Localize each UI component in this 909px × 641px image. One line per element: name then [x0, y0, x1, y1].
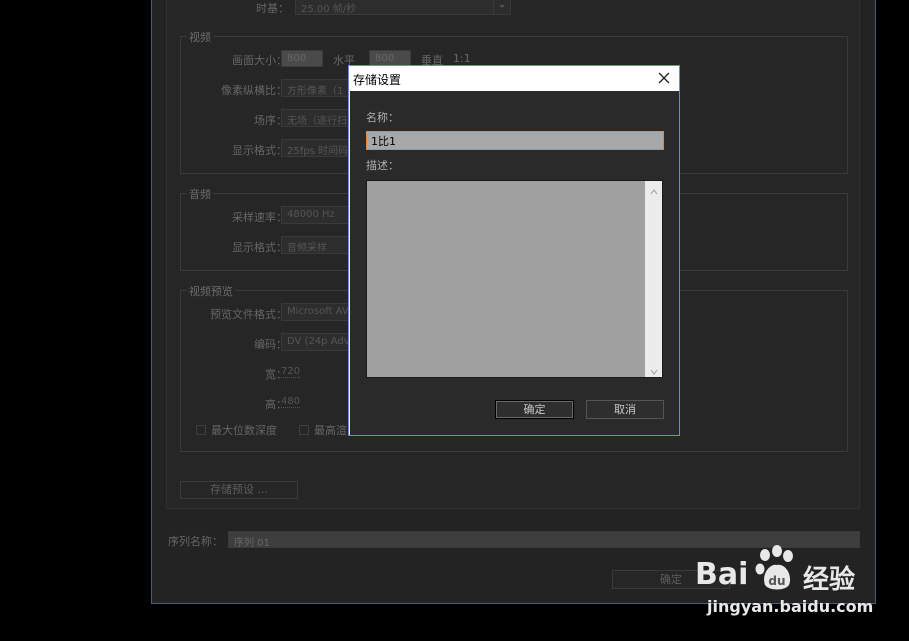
aspect-ratio-text: 1:1 — [453, 52, 471, 65]
dialog-title: 存储设置 — [353, 73, 402, 87]
name-label: 名称： — [366, 111, 399, 124]
watermark-url: jingyan.baidu.com — [707, 597, 874, 616]
video-group-title: 视频 — [187, 29, 213, 45]
save-preset-button[interactable]: 存储预设 ... — [180, 481, 298, 499]
timebase-label: 时基： — [256, 2, 289, 15]
preview-height-label: 高： — [265, 398, 287, 411]
frame-width-input[interactable]: 800 — [281, 50, 323, 67]
cancel-button[interactable]: 取消 — [586, 400, 664, 419]
video-preview-group-title: 视频预览 — [187, 283, 235, 299]
dialog-body: 名称： 描述： 确定 取消 — [350, 91, 679, 435]
field-order-label: 场序： — [254, 114, 287, 127]
watermark-brand-prefix: Bai — [695, 557, 749, 592]
preview-file-format-label: 预览文件格式： — [210, 308, 287, 321]
name-input[interactable] — [366, 131, 664, 150]
max-bit-depth-checkbox[interactable] — [196, 425, 206, 435]
baidu-paw-icon: du — [751, 543, 801, 596]
dialog-title-bar: 存储设置 — [349, 66, 679, 91]
watermark-brand-cn: 经验 — [803, 565, 856, 595]
svg-text:du: du — [768, 574, 785, 588]
ok-button[interactable]: 确定 — [495, 400, 574, 419]
max-quality-label: 最高渲 — [314, 424, 347, 437]
max-bit-depth-label: 最大位数深度 — [211, 424, 277, 437]
dropdown-arrow-icon — [493, 0, 510, 14]
max-quality-checkbox[interactable] — [299, 425, 309, 435]
pixel-aspect-label: 像素纵横比： — [221, 84, 287, 97]
preview-height-value[interactable]: 480 — [281, 396, 301, 408]
preview-width-label: 宽： — [265, 368, 287, 381]
audio-display-format-label: 显示格式： — [232, 241, 287, 254]
timebase-value: 25.00 帧/秒 — [301, 4, 357, 15]
codec-label: 编码： — [254, 338, 287, 351]
close-icon[interactable] — [655, 69, 673, 87]
save-settings-dialog: 存储设置 名称： 描述： 确定 取消 — [348, 65, 680, 436]
baidu-watermark: Bai du 经验 jingyan.baidu.com — [695, 543, 905, 623]
description-scrollbar[interactable] — [645, 181, 662, 377]
preview-width-value[interactable]: 720 — [281, 366, 301, 378]
description-textarea[interactable] — [366, 180, 663, 378]
timebase-select[interactable]: 25.00 帧/秒 — [295, 0, 511, 15]
description-label: 描述： — [366, 159, 399, 172]
frame-size-label: 画面大小： — [232, 54, 287, 67]
audio-group-title: 音频 — [187, 186, 213, 202]
sample-rate-label: 采样速率： — [232, 211, 287, 224]
sequence-name-label: 序列名称： — [168, 535, 223, 548]
display-format-label: 显示格式： — [232, 144, 287, 157]
